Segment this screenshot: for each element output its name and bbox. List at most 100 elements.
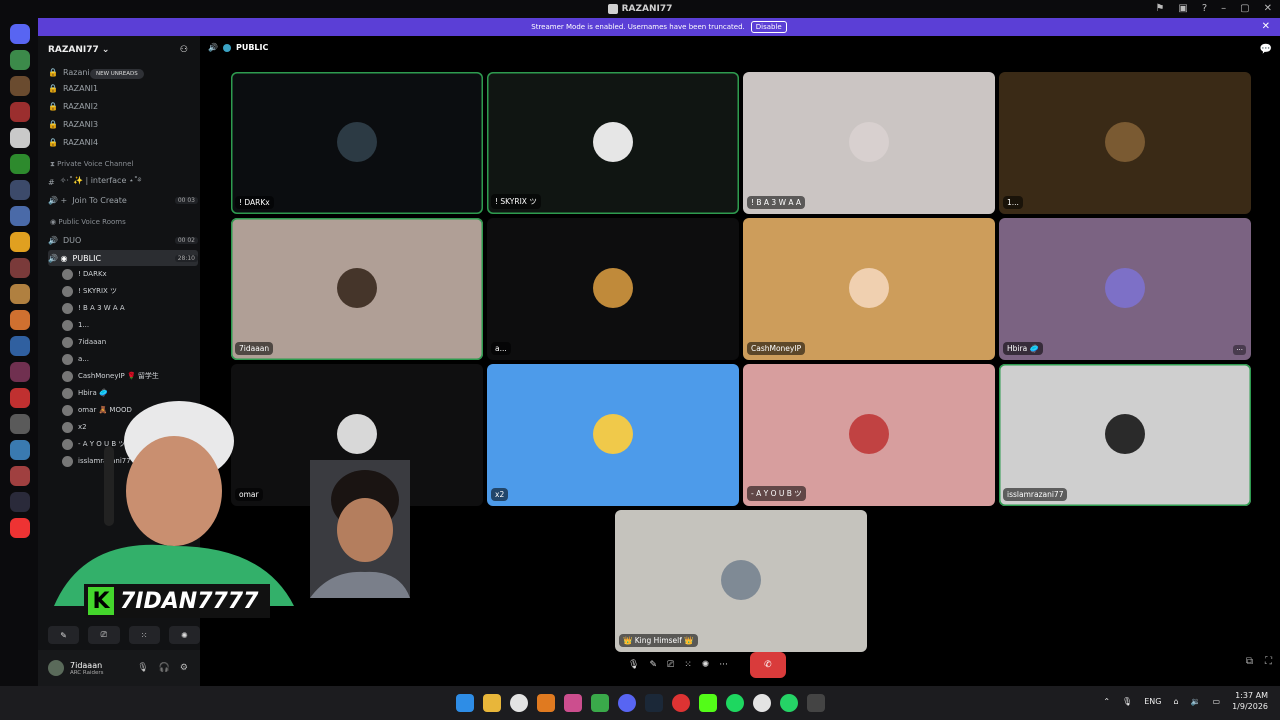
- mic-button[interactable]: 🎙: [628, 660, 639, 670]
- app-icon[interactable]: [537, 694, 555, 712]
- channel-public[interactable]: 🔊 ◉ PUBLIC 28:10: [48, 250, 198, 266]
- network-icon[interactable]: ⌂: [1173, 697, 1178, 706]
- server-icon[interactable]: [10, 128, 30, 148]
- participant-tile[interactable]: a...: [487, 218, 739, 360]
- voice-member[interactable]: a...: [62, 351, 196, 367]
- tile-more-options-button[interactable]: ···: [1233, 345, 1246, 355]
- windows-start-icon[interactable]: [456, 694, 474, 712]
- channel-label: RAZANI4: [62, 137, 99, 147]
- participant-tile[interactable]: x2: [487, 364, 739, 506]
- server-icon[interactable]: [10, 362, 30, 382]
- activities-button[interactable]: ⁙: [684, 660, 692, 670]
- participant-tile[interactable]: - A Y O U B ツ: [743, 364, 995, 506]
- home-server-icon[interactable]: [10, 24, 30, 44]
- soundboard-button[interactable]: ✺: [168, 626, 200, 644]
- voice-member[interactable]: ! DARKx: [62, 266, 196, 282]
- add-member-icon[interactable]: ⚇: [180, 45, 188, 55]
- pin-icon[interactable]: ⚑: [1155, 3, 1164, 14]
- chat-bubble-icon[interactable]: 💬: [1260, 44, 1272, 55]
- disconnect-button[interactable]: ✆: [749, 652, 786, 678]
- kick-icon[interactable]: [699, 694, 717, 712]
- app-icon[interactable]: [672, 694, 690, 712]
- server-icon[interactable]: [10, 284, 30, 304]
- server-icon[interactable]: [10, 50, 30, 70]
- participant-tile[interactable]: isslamrazani77: [999, 364, 1251, 506]
- activities-button[interactable]: ⁙: [128, 626, 160, 644]
- voice-member[interactable]: 7idaaan: [62, 334, 196, 350]
- popout-icon[interactable]: ⧉: [1246, 656, 1253, 667]
- mute-icon[interactable]: 🎙: [137, 663, 148, 673]
- settings-gear-icon[interactable]: ⚙: [180, 663, 188, 673]
- voice-member[interactable]: 1...: [62, 317, 196, 333]
- channel-duo[interactable]: 🔊 DUO 00 02: [48, 232, 198, 248]
- channel-join-to-create[interactable]: 🔊 + Join To Create 00 03: [48, 192, 198, 208]
- new-unreads-pill[interactable]: NEW UNREADS: [90, 69, 144, 79]
- server-icon[interactable]: [10, 336, 30, 356]
- server-icon[interactable]: [10, 76, 30, 96]
- self-username: 7idaaan: [70, 660, 103, 670]
- avatar[interactable]: [48, 660, 64, 676]
- call-channel-name: PUBLIC: [235, 43, 269, 52]
- screen-share-button[interactable]: ⎚: [667, 660, 674, 670]
- participant-tile[interactable]: CashMoneyIP: [743, 218, 995, 360]
- maximize-button[interactable]: ▢: [1240, 3, 1249, 14]
- guild-header[interactable]: RAZANI77 ⌄ ⚇: [38, 40, 200, 60]
- server-icon[interactable]: [10, 102, 30, 122]
- close-banner-icon[interactable]: ✕: [1262, 21, 1270, 32]
- soundboard-button[interactable]: ✺: [702, 660, 710, 670]
- voice-member[interactable]: CashMoneyIP 🌹 留学生: [62, 368, 196, 384]
- spotify-icon[interactable]: [726, 694, 744, 712]
- discord-icon[interactable]: [618, 694, 636, 712]
- help-icon[interactable]: ?: [1202, 3, 1207, 14]
- channel-item[interactable]: 🔒 RAZANI4: [48, 134, 198, 150]
- app-icon[interactable]: [807, 694, 825, 712]
- channel-item[interactable]: 🔒 RAZANI1: [48, 80, 198, 96]
- participant-name: ! DARKx: [235, 196, 274, 209]
- close-window-button[interactable]: ✕: [1264, 3, 1272, 14]
- server-icon[interactable]: [10, 232, 30, 252]
- volume-icon[interactable]: 🔉: [1191, 697, 1201, 706]
- participant-name: 7idaaan: [235, 342, 274, 355]
- more-options-button[interactable]: ···: [719, 660, 728, 670]
- server-icon[interactable]: [10, 206, 30, 226]
- server-icon[interactable]: [10, 154, 30, 174]
- category-private-voice[interactable]: ⧗ Private Voice Channel: [50, 160, 133, 169]
- chrome-icon[interactable]: [510, 694, 528, 712]
- participant-tile[interactable]: 1...: [999, 72, 1251, 214]
- participant-tile[interactable]: 👑 King Himself 👑: [615, 510, 867, 652]
- app-icon[interactable]: [591, 694, 609, 712]
- server-icon[interactable]: [10, 180, 30, 200]
- participant-tile[interactable]: Hbira 🥏 ···: [999, 218, 1251, 360]
- fullscreen-icon[interactable]: ⛶: [1265, 656, 1272, 667]
- avatar: [593, 122, 633, 162]
- participant-tile[interactable]: ! DARKx: [231, 72, 483, 214]
- voice-member[interactable]: ! SKYRIX ツ: [62, 283, 196, 299]
- headphones-icon[interactable]: 🎧: [159, 663, 170, 673]
- channel-item[interactable]: 🔒 RAZANI2: [48, 98, 198, 114]
- channel-item[interactable]: 🔒 RAZANI3: [48, 116, 198, 132]
- microphone-icon[interactable]: 🎙: [1122, 697, 1132, 706]
- battery-icon[interactable]: ▭: [1213, 697, 1221, 706]
- camera-button[interactable]: ✎: [48, 626, 80, 644]
- server-icon[interactable]: [10, 310, 30, 330]
- category-public-voice[interactable]: ◉ Public Voice Rooms: [50, 218, 126, 226]
- server-icon[interactable]: [10, 258, 30, 278]
- chevron-up-icon[interactable]: ⌃: [1103, 697, 1110, 706]
- minimize-button[interactable]: –: [1221, 3, 1226, 14]
- participant-tile[interactable]: 7idaaan: [231, 218, 483, 360]
- app-icon[interactable]: [564, 694, 582, 712]
- whatsapp-icon[interactable]: [780, 694, 798, 712]
- participant-tile[interactable]: ! B A 3 W A A: [743, 72, 995, 214]
- steam-icon[interactable]: [645, 694, 663, 712]
- channel-interface[interactable]: # ✧·˚✨ | interface ⋆˚࿔: [48, 174, 198, 190]
- screen-share-button[interactable]: ⎚: [88, 626, 120, 644]
- language-indicator[interactable]: ENG: [1144, 697, 1161, 706]
- participant-tile[interactable]: ! SKYRIX ツ: [487, 72, 739, 214]
- chrome-icon[interactable]: [753, 694, 771, 712]
- file-explorer-icon[interactable]: [483, 694, 501, 712]
- voice-member[interactable]: ! B A 3 W A A: [62, 300, 196, 316]
- disable-streamer-mode-button[interactable]: Disable: [750, 21, 787, 33]
- inbox-icon[interactable]: ▣: [1178, 3, 1187, 14]
- camera-toggle-button[interactable]: ✎: [649, 660, 657, 670]
- clock[interactable]: 1:37 AM 1/9/2026: [1232, 690, 1268, 712]
